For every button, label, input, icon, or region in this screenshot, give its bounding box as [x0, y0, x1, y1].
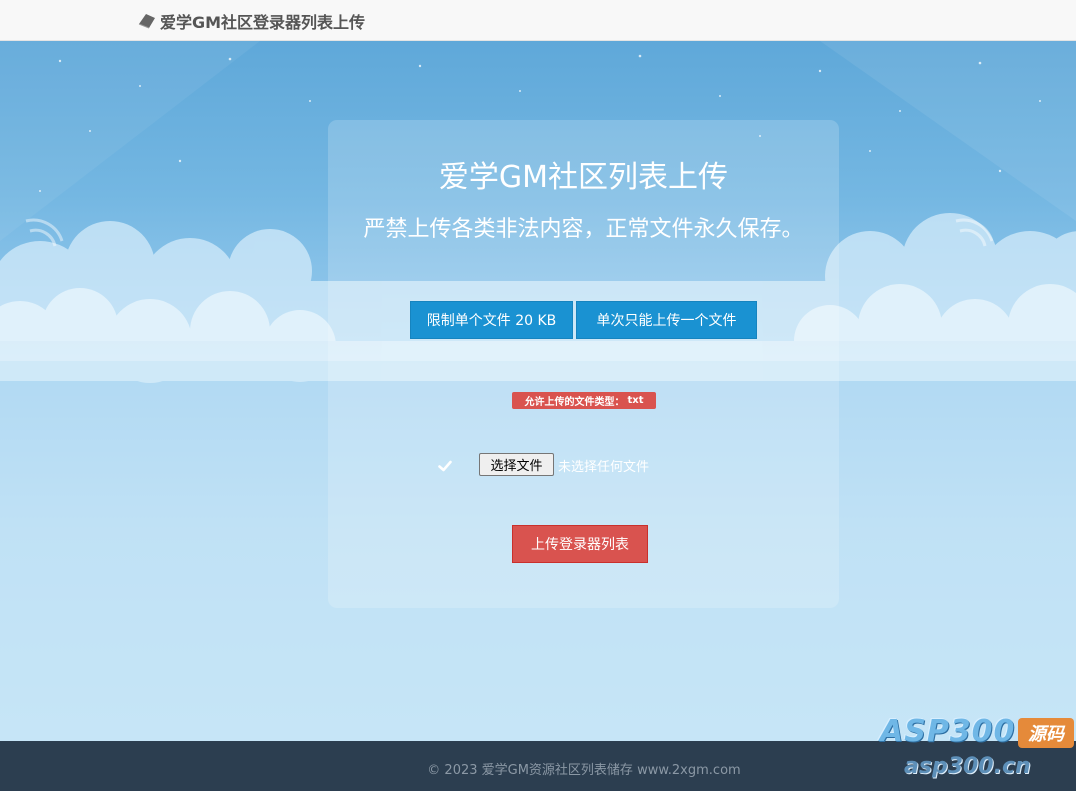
- brand-label: 爱学GM社区登录器列表上传: [160, 12, 366, 32]
- brand-link[interactable]: 爱学GM社区登录器列表上传: [137, 0, 365, 41]
- leaf-icon: [138, 13, 155, 28]
- count-limit-label: 单次只能上传一个文件: [596, 313, 737, 329]
- upload-button[interactable]: 上传登录器列表: [512, 525, 648, 563]
- watermark-top-text: ASP300: [880, 714, 1016, 749]
- choose-file-label: 选择文件: [490, 459, 543, 474]
- check-icon: [438, 460, 452, 472]
- size-limit-label: 限制单个文件 20 KB: [426, 313, 557, 329]
- count-limit-button[interactable]: 单次只能上传一个文件: [576, 301, 757, 339]
- watermark-bottom-text: asp300.cn: [904, 754, 1031, 779]
- watermark-logo: ASP300 源码 asp300.cn: [880, 714, 1076, 788]
- size-limit-button[interactable]: 限制单个文件 20 KB: [410, 301, 573, 339]
- allowed-types-label: 允许上传的文件类型：: [524, 397, 625, 408]
- allowed-types-value: txt: [627, 395, 644, 406]
- upload-card: 爱学GM社区列表上传 严禁上传各类非法内容，正常文件永久保存。 限制单个文件 2…: [328, 120, 839, 608]
- page-subtitle: 严禁上传各类非法内容，正常文件永久保存。: [363, 217, 804, 242]
- allowed-types-badge: 允许上传的文件类型： txt: [512, 392, 656, 409]
- page-title: 爱学GM社区列表上传: [438, 160, 729, 195]
- top-navbar: 爱学GM社区登录器列表上传: [0, 0, 1076, 41]
- file-status-text: 未选择任何文件: [558, 460, 650, 475]
- upload-button-label: 上传登录器列表: [531, 537, 629, 553]
- watermark-badge: 源码: [1018, 718, 1074, 748]
- choose-file-button[interactable]: 选择文件: [479, 453, 554, 476]
